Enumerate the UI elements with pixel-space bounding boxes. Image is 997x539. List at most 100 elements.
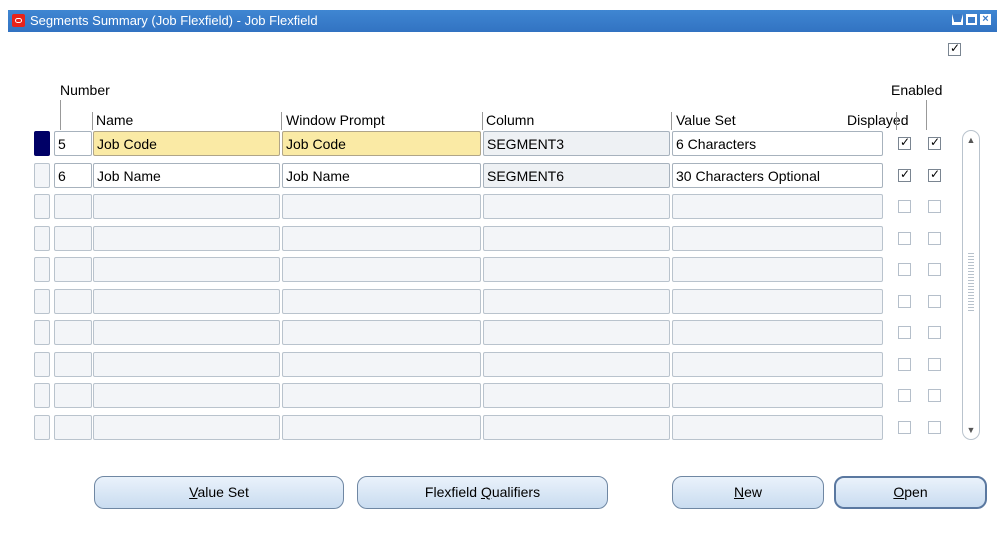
name-field[interactable] [93,288,280,314]
value-set-field[interactable] [672,414,883,440]
enabled-checkbox[interactable] [928,420,941,434]
row-selector[interactable] [34,162,50,188]
number-field[interactable] [54,351,92,377]
displayed-checkbox[interactable] [898,135,911,150]
number-field[interactable] [54,320,92,345]
value-set-field[interactable]: 30 Characters Optional [672,162,883,188]
value-set-field[interactable]: 6 Characters [672,131,883,156]
displayed-checkbox[interactable] [898,389,911,402]
enabled-checkbox[interactable] [928,357,941,371]
name-field[interactable] [93,257,280,282]
enabled-checkbox[interactable] [928,263,941,276]
window-prompt-field[interactable]: Job Code [282,131,481,156]
enabled-checkbox[interactable] [928,294,941,308]
number-field[interactable] [54,194,92,219]
window-prompt-field[interactable] [282,257,481,282]
displayed-checkbox[interactable] [898,294,911,308]
header-divider [281,112,282,130]
column-field[interactable] [483,351,670,377]
value-set-field[interactable] [672,194,883,219]
open-button-label: Open [893,484,928,500]
row-selector[interactable] [34,351,50,377]
scroll-up-icon[interactable]: ▲ [966,135,976,145]
window-prompt-field[interactable] [282,320,481,345]
name-field[interactable]: Job Name [93,162,280,188]
number-field[interactable] [54,414,92,440]
column-field[interactable] [483,320,670,345]
open-button[interactable]: Open [834,476,987,509]
flexfield-qualifiers-button-label: Flexfield Qualifiers [424,484,541,500]
name-field[interactable] [93,320,280,345]
column-field[interactable] [483,288,670,314]
top-right-checkbox[interactable] [948,41,961,56]
column-field[interactable] [483,383,670,408]
column-field[interactable] [483,257,670,282]
row-selector[interactable] [34,194,50,219]
number-field[interactable]: 6 [54,162,92,188]
row-selector[interactable] [34,131,50,156]
displayed-checkbox[interactable] [898,420,911,434]
enabled-checkbox[interactable] [928,231,941,245]
displayed-checkbox[interactable] [898,263,911,276]
name-field[interactable] [93,225,280,251]
row-selector[interactable] [34,383,50,408]
number-field[interactable] [54,225,92,251]
displayed-checkbox[interactable] [898,231,911,245]
number-field[interactable]: 5 [54,131,92,156]
column-field[interactable]: SEGMENT3 [483,131,670,156]
displayed-checkbox[interactable] [898,167,911,182]
minimize-icon[interactable] [952,14,963,25]
window-prompt-field[interactable] [282,225,481,251]
header-divider [926,100,927,130]
flexfield-qualifiers-button[interactable]: Flexfield Qualifiers [357,476,608,509]
window-prompt-field[interactable] [282,351,481,377]
row-selector[interactable] [34,320,50,345]
row-selector[interactable] [34,414,50,440]
enabled-checkbox[interactable] [928,200,941,213]
header-divider [60,100,61,130]
row-selector[interactable] [34,257,50,282]
number-field[interactable] [54,383,92,408]
name-field[interactable] [93,351,280,377]
column-field[interactable]: SEGMENT6 [483,162,670,188]
value-set-field[interactable] [672,383,883,408]
header-divider [92,112,93,130]
row-selector[interactable] [34,225,50,251]
header-column: Column [486,112,535,128]
maximize-icon[interactable] [966,14,977,25]
window-prompt-field[interactable]: Job Name [282,162,481,188]
enabled-checkbox[interactable] [928,326,941,339]
close-icon[interactable]: × [980,14,991,25]
column-field[interactable] [483,414,670,440]
new-button[interactable]: New [672,476,824,509]
name-field[interactable] [93,383,280,408]
value-set-field[interactable] [672,288,883,314]
value-set-field[interactable] [672,320,883,345]
window-prompt-field[interactable] [282,383,481,408]
vertical-scrollbar[interactable]: ▲ ▼ [962,130,980,440]
enabled-checkbox[interactable] [928,135,941,150]
displayed-checkbox[interactable] [898,200,911,213]
column-field[interactable] [483,225,670,251]
value-set-field[interactable] [672,257,883,282]
displayed-checkbox[interactable] [898,326,911,339]
window-prompt-field[interactable] [282,194,481,219]
value-set-field[interactable] [672,225,883,251]
enabled-checkbox[interactable] [928,167,941,182]
name-field[interactable]: Job Code [93,131,280,156]
row-selector[interactable] [34,288,50,314]
enabled-checkbox[interactable] [928,389,941,402]
window-prompt-field[interactable] [282,288,481,314]
name-field[interactable] [93,414,280,440]
number-field[interactable] [54,288,92,314]
name-field[interactable] [93,194,280,219]
scroll-thumb[interactable] [968,251,974,311]
window-prompt-field[interactable] [282,414,481,440]
displayed-checkbox[interactable] [898,357,911,371]
value-set-button[interactable]: Value Set [94,476,344,509]
header-divider [896,112,897,130]
scroll-down-icon[interactable]: ▼ [966,425,976,435]
column-field[interactable] [483,194,670,219]
value-set-field[interactable] [672,351,883,377]
number-field[interactable] [54,257,92,282]
